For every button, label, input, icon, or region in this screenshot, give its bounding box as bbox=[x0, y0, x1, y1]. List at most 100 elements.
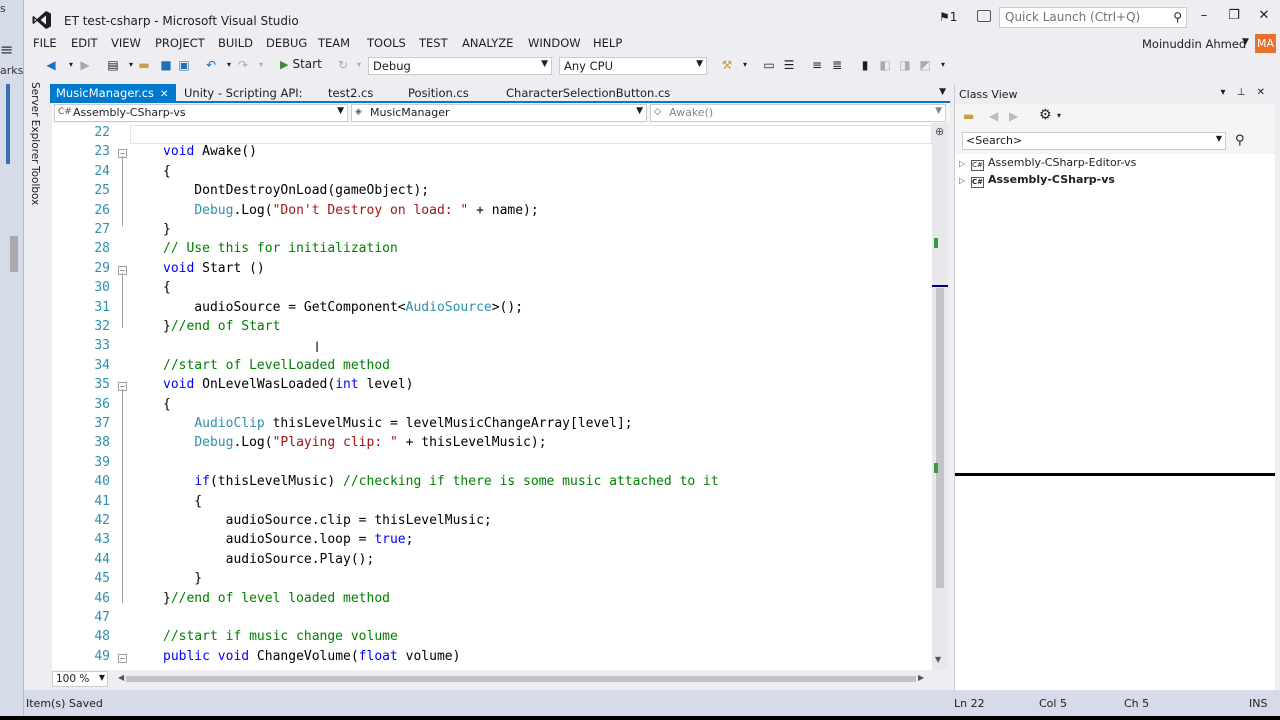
code-line[interactable]: 32}//end of Start bbox=[52, 319, 932, 338]
horizontal-scrollbar[interactable] bbox=[116, 674, 916, 684]
new-project-icon[interactable]: ▤ bbox=[106, 58, 120, 72]
find-in-files-icon[interactable]: ⚒ bbox=[720, 58, 734, 72]
chevron-down-icon[interactable]: ▾ bbox=[1057, 111, 1061, 120]
menu-tools[interactable]: TOOLS bbox=[367, 36, 406, 50]
menu-analyze[interactable]: ANALYZE bbox=[462, 36, 513, 50]
code-line[interactable]: 26 Debug.Log("Don't Destroy on load: " +… bbox=[52, 203, 932, 222]
redo-icon[interactable]: ↷ bbox=[236, 58, 250, 72]
code-line[interactable]: 22 bbox=[52, 125, 932, 145]
project-dropdown[interactable]: C# Assembly-CSharp-vs ▼ bbox=[54, 104, 348, 122]
code-line[interactable]: 34 //start of LevelLoaded method bbox=[52, 358, 932, 377]
properties-icon[interactable]: ☰ bbox=[782, 58, 796, 72]
close-icon[interactable]: ✕ bbox=[160, 89, 168, 100]
chevron-down-icon[interactable]: ▾ bbox=[124, 58, 138, 72]
split-window-icon[interactable]: ⊕ bbox=[935, 125, 944, 138]
navigate-back-icon[interactable]: ◀ bbox=[44, 58, 58, 72]
solution-explorer-icon[interactable]: ▭ bbox=[762, 58, 776, 72]
quick-launch-input[interactable]: Quick Launch (Ctrl+Q) ⚲ bbox=[999, 7, 1187, 28]
tab-unity-scripting-api[interactable]: Unity - Scripting API: bbox=[178, 84, 309, 102]
code-line[interactable]: 29− void Start () bbox=[52, 261, 932, 280]
chevron-down-icon[interactable]: ▾ bbox=[64, 58, 78, 72]
avatar[interactable]: MA bbox=[1255, 34, 1276, 53]
code-line[interactable]: 28 // Use this for initialization bbox=[52, 241, 932, 260]
code-editor[interactable]: I 22 23− void Awake() 24{25 DontDestroyOnLo… bbox=[52, 123, 932, 670]
scroll-right-icon[interactable]: ▶ bbox=[918, 673, 924, 682]
chevron-down-icon[interactable]: ▾ bbox=[254, 58, 268, 72]
code-line[interactable]: 43 audioSource.loop = true; bbox=[52, 532, 932, 551]
code-line[interactable]: 38 Debug.Log("Playing clip: " + thisLeve… bbox=[52, 435, 932, 454]
menu-file[interactable]: FILE bbox=[33, 36, 57, 50]
menu-team[interactable]: TEAM bbox=[318, 36, 350, 50]
configuration-select[interactable]: Debug ▼ bbox=[368, 57, 552, 75]
uncomment-icon[interactable]: ≣ bbox=[830, 58, 844, 72]
chevron-down-icon[interactable]: ▾ bbox=[738, 58, 752, 72]
panel-window-buttons[interactable]: ▾ ⊥ ✕ bbox=[1221, 87, 1269, 98]
code-line[interactable]: 24 { bbox=[52, 164, 932, 183]
maximize-button[interactable]: ❐ bbox=[1224, 8, 1244, 23]
menu-window[interactable]: WINDOW bbox=[528, 36, 581, 50]
tab-test2[interactable]: test2.cs bbox=[322, 84, 379, 102]
menu-debug[interactable]: DEBUG bbox=[266, 36, 307, 50]
minimize-button[interactable]: – bbox=[1194, 8, 1214, 23]
refresh-icon[interactable]: ↻ bbox=[336, 58, 350, 72]
code-line[interactable]: 33 bbox=[52, 338, 932, 357]
code-line[interactable]: 46}//end of level loaded method bbox=[52, 591, 932, 610]
code-line[interactable]: 27} bbox=[52, 222, 932, 241]
menu-build[interactable]: BUILD bbox=[218, 36, 253, 50]
expand-icon[interactable]: ▷ bbox=[959, 176, 971, 185]
scrollbar-thumb[interactable] bbox=[936, 288, 944, 588]
code-line[interactable]: 30 { bbox=[52, 280, 932, 299]
feedback-icon[interactable] bbox=[977, 10, 991, 22]
clear-bookmarks-icon[interactable]: ◩ bbox=[918, 58, 932, 72]
toolbar-overflow-icon[interactable]: ▾ bbox=[936, 58, 950, 72]
start-debugging-button[interactable]: ▶ Start bbox=[280, 57, 322, 71]
collapse-icon[interactable]: − bbox=[118, 653, 127, 663]
scroll-down-icon[interactable]: ▼ bbox=[935, 655, 941, 664]
chevron-down-icon[interactable]: ▼ bbox=[1242, 37, 1249, 47]
server-explorer-tab[interactable]: Server Explorer bbox=[29, 82, 41, 164]
close-button[interactable]: ✕ bbox=[1254, 8, 1274, 23]
previous-bookmark-icon[interactable]: ◧ bbox=[878, 58, 892, 72]
bookmark-icon[interactable]: ▮ bbox=[858, 58, 872, 72]
user-name[interactable]: Moinuddin Ahmed bbox=[1142, 37, 1246, 51]
scrollbar-thumb[interactable] bbox=[126, 676, 916, 682]
zoom-select[interactable]: 100 % ▼ bbox=[52, 671, 108, 687]
code-line[interactable]: 25 DontDestroyOnLoad(gameObject); bbox=[52, 183, 932, 202]
platform-select[interactable]: Any CPU ▼ bbox=[559, 57, 707, 75]
navigate-forward-icon[interactable]: ▶ bbox=[78, 58, 92, 72]
chevron-down-icon[interactable]: ▾ bbox=[352, 58, 366, 72]
code-line[interactable]: 23− void Awake() bbox=[52, 144, 932, 163]
next-bookmark-icon[interactable]: ◨ bbox=[898, 58, 912, 72]
menu-view[interactable]: VIEW bbox=[111, 36, 141, 50]
chevron-down-icon[interactable]: ▾ bbox=[222, 58, 236, 72]
tab-position[interactable]: Position.cs bbox=[402, 84, 475, 102]
code-line[interactable]: 41 { bbox=[52, 494, 932, 513]
tree-node[interactable]: ▷ C# Assembly-CSharp-vs bbox=[959, 173, 1115, 190]
new-folder-icon[interactable]: ▬ bbox=[963, 109, 974, 123]
tree-node[interactable]: ▷ C# Assembly-CSharp-Editor-vs bbox=[959, 156, 1136, 173]
search-icon[interactable]: ⚲ bbox=[1235, 133, 1245, 148]
menu-test[interactable]: TEST bbox=[419, 36, 448, 50]
code-line[interactable]: 37 AudioClip thisLevelMusic = levelMusic… bbox=[52, 416, 932, 435]
code-line[interactable]: 47 bbox=[52, 610, 932, 629]
editor-vertical-scrollbar[interactable]: ⊕ ▼ bbox=[932, 123, 948, 670]
hamburger-icon[interactable]: ≡ bbox=[0, 40, 13, 59]
tab-musicmanager[interactable]: MusicManager.cs ✕ bbox=[50, 84, 176, 102]
open-folder-icon[interactable]: ▬ bbox=[137, 58, 151, 72]
chevron-down-icon[interactable]: ▼ bbox=[939, 87, 946, 97]
collapse-icon[interactable]: − bbox=[118, 382, 127, 392]
code-line[interactable]: 36 { bbox=[52, 397, 932, 416]
code-line[interactable]: 49− public void ChangeVolume(float volume… bbox=[52, 649, 932, 668]
code-line[interactable]: 39 bbox=[52, 455, 932, 474]
code-line[interactable]: 48 //start if music change volume bbox=[52, 629, 932, 648]
code-line[interactable]: 45 } bbox=[52, 571, 932, 590]
back-icon[interactable]: ◀ bbox=[989, 109, 998, 123]
menu-edit[interactable]: EDIT bbox=[71, 36, 98, 50]
menu-project[interactable]: PROJECT bbox=[155, 36, 205, 50]
menu-help[interactable]: HELP bbox=[593, 36, 622, 50]
class-dropdown[interactable]: ◈ MusicManager ▼ bbox=[351, 104, 647, 122]
search-icon[interactable]: ⚲ bbox=[1173, 10, 1182, 24]
expand-icon[interactable]: ▷ bbox=[959, 159, 971, 168]
toolbox-tab[interactable]: Toolbox bbox=[29, 166, 41, 205]
code-line[interactable]: 40 if(thisLevelMusic) //checking if ther… bbox=[52, 474, 932, 493]
